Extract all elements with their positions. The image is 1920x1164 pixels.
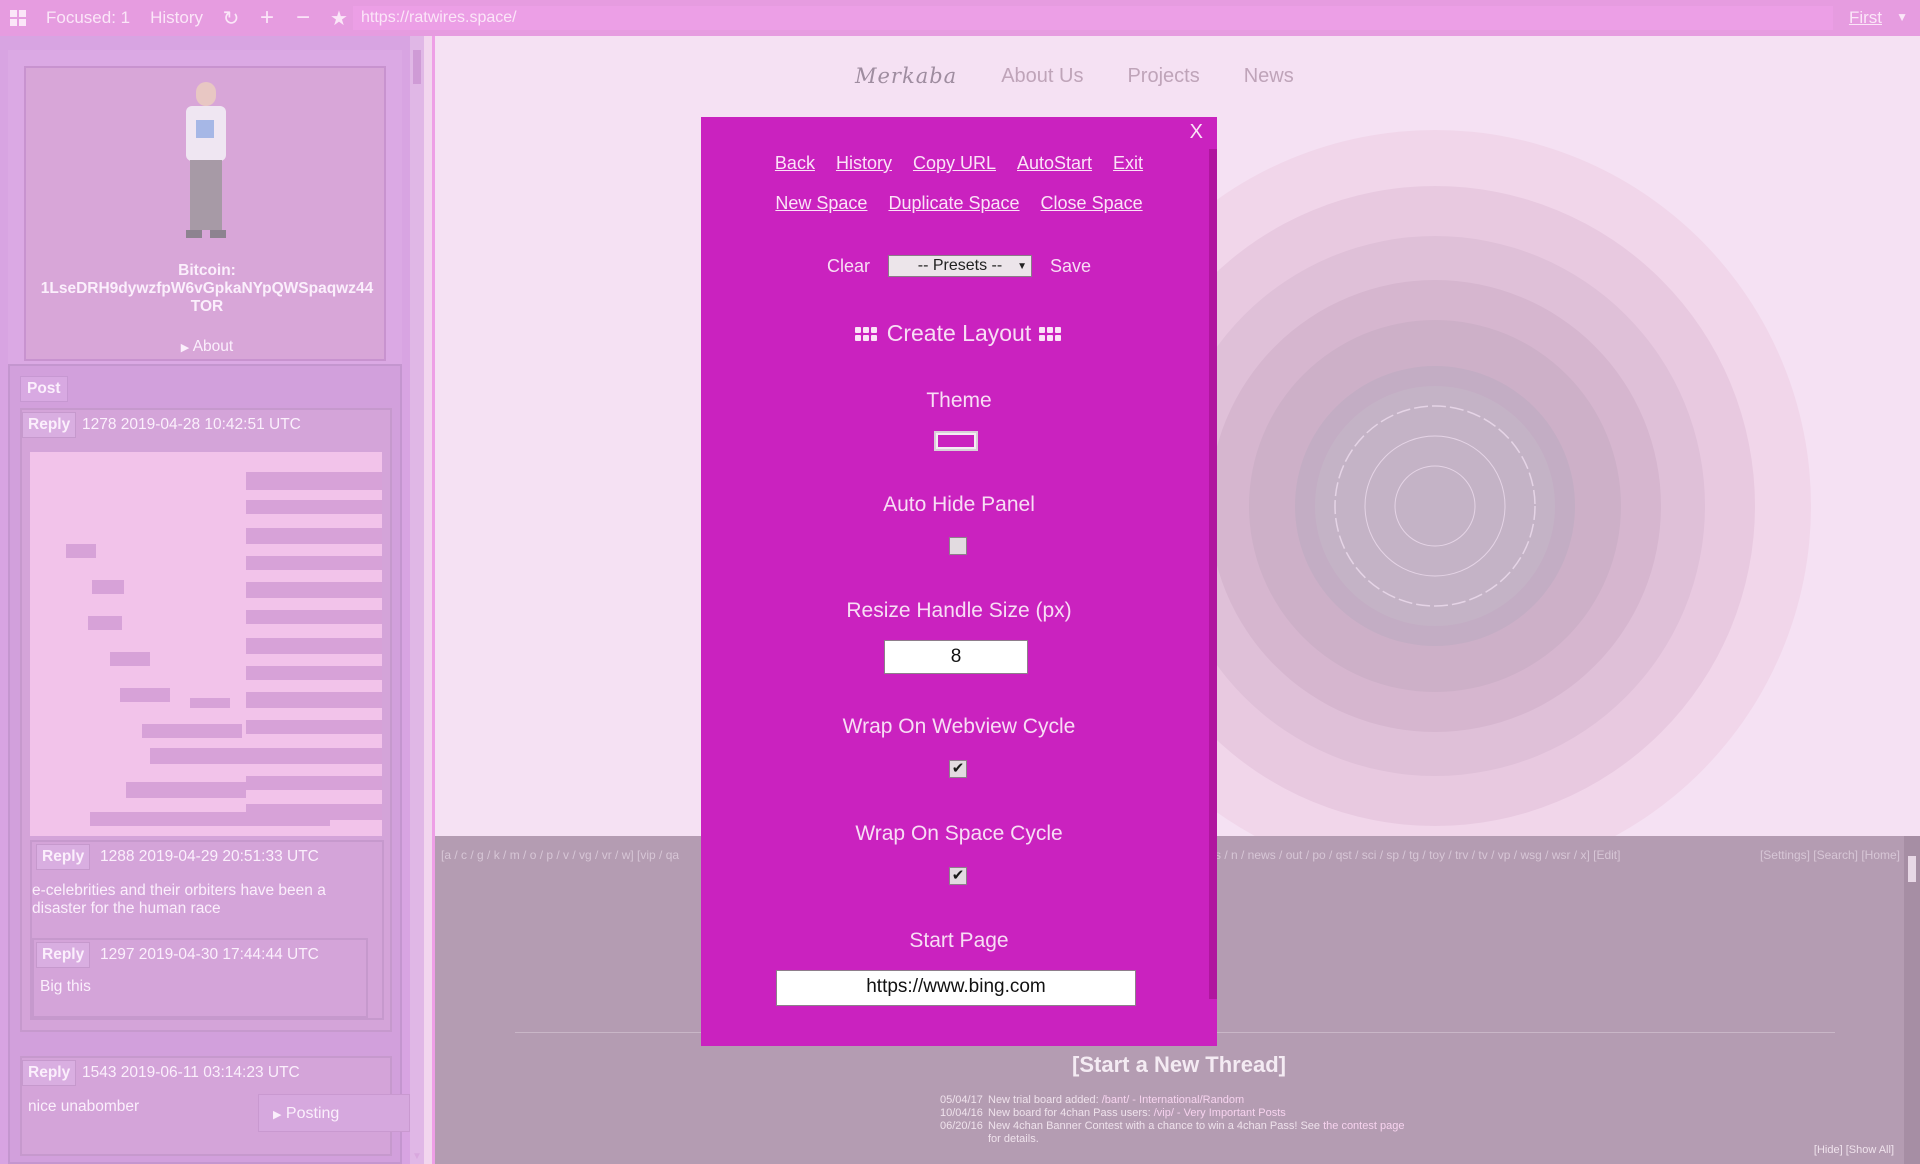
start-page-label: Start Page [909,929,1009,952]
modal-nav-row-2: New Space Duplicate Space Close Space [701,193,1217,214]
site-nav: Merkaba About Us Projects News [855,64,1294,88]
post-meta: 1278 2019-04-28 10:42:51 UTC [82,416,301,433]
hide-show-links[interactable]: [Hide] [Show All] [1814,1144,1894,1156]
theme-label: Theme [926,389,992,412]
apps-grid-icon[interactable] [0,10,36,26]
nav-about-us[interactable]: About Us [1001,65,1083,88]
first-link[interactable]: First [1849,8,1882,28]
chevron-down-icon: ▼ [1017,261,1027,272]
create-layout-title: Create Layout [886,320,1032,346]
wrap-webview-label: Wrap On Webview Cycle [842,715,1076,738]
modal-title: Create Layout [701,320,1217,347]
triangle-right-icon: ▶ [180,342,190,354]
auto-hide-checkbox[interactable] [949,537,967,555]
post-text: nice unabomber [28,1098,140,1115]
theme-color-picker[interactable] [934,431,978,451]
scrollbar-thumb[interactable] [1908,856,1916,882]
wrap-webview-checkbox[interactable]: ✔ [949,760,967,778]
hero-rings-graphic [1205,130,1811,836]
star-icon[interactable]: ★ [321,6,357,31]
reply-button[interactable]: Reply [36,844,91,870]
presets-row: Clear -- Presets -- ▼ Save [701,255,1217,277]
duplicate-space-link[interactable]: Duplicate Space [888,193,1019,214]
clear-button[interactable]: Clear [827,256,870,277]
grid-icon [1039,326,1063,343]
avatar [176,82,236,242]
posts-panel: Post Reply 1278 2019-04-28 10:42:51 UTC [8,364,402,1164]
resize-handle-label: Resize Handle Size (px) [846,599,1072,622]
posting-button[interactable]: ▶ Posting [258,1094,410,1132]
board-list-left[interactable]: [a / c / g / k / m / o / p / v / vg / vr… [441,848,679,862]
url-bar[interactable]: https://ratwires.space/ [353,6,1833,30]
bitcoin-label: Bitcoin: [178,262,236,279]
triangle-right-icon: ▶ [273,1109,282,1121]
bitcoin-address: 1LseDRH9dywzfpW6vGpkaNYpQWSpaqwz44 [40,280,374,297]
history-link[interactable]: History [836,153,892,174]
lower-scrollbar[interactable] [1904,836,1920,1164]
reply-button[interactable]: Reply [36,942,91,968]
minus-icon[interactable]: − [285,4,321,32]
news-item: 06/20/16 New 4chan Banner Contest with a … [940,1120,1405,1132]
wrap-space-checkbox[interactable]: ✔ [949,867,967,885]
post-meta: 1297 2019-04-30 17:44:44 UTC [100,946,319,963]
news-item: 05/04/17 New trial board added: /bant/ - … [940,1094,1245,1106]
post-item: Reply 1297 2019-04-30 17:44:44 UTC Big t… [32,938,368,1018]
wrap-space-label: Wrap On Space Cycle [855,822,1063,845]
news-list: 05/04/17 New trial board added: /bant/ - … [940,1094,1404,1146]
top-bar: Focused: 1 History ↻ + − ★ https://ratwi… [0,0,1920,36]
bitcoin-info: Bitcoin: 1LseDRH9dywzfpW6vGpkaNYpQWSpaqw… [26,262,388,316]
post-meta: 1543 2019-06-11 03:14:23 UTC [82,1064,300,1081]
autostart-link[interactable]: AutoStart [1017,153,1092,174]
start-page-input[interactable]: https://www.bing.com [776,970,1136,1006]
auto-hide-label: Auto Hide Panel [883,493,1035,516]
history-button[interactable]: History [140,8,213,28]
about-toggle[interactable]: ▶ About [26,338,388,356]
scrollbar-thumb[interactable] [413,50,421,84]
news-item: 10/04/16 New board for 4chan Pass users: … [940,1107,1286,1119]
plus-icon[interactable]: + [249,4,285,32]
copy-url-link[interactable]: Copy URL [913,153,996,174]
site-logo[interactable]: Merkaba [855,64,957,88]
resize-handle-input[interactable]: 8 [884,640,1028,674]
post-item: Reply 1288 2019-04-29 20:51:33 UTC e-cel… [30,840,384,1020]
settings-modal: X Back History Copy URL AutoStart Exit N… [701,117,1217,1046]
reply-button[interactable]: Reply [22,412,77,438]
news-item-tail: for details. [988,1133,1039,1145]
nav-news[interactable]: News [1244,65,1294,88]
save-button[interactable]: Save [1050,256,1091,277]
refresh-icon[interactable]: ↻ [213,6,249,31]
new-space-link[interactable]: New Space [775,193,867,214]
start-thread-link[interactable]: [Start a New Thread] [435,1052,1920,1078]
grid-icon [854,326,879,343]
focused-count: Focused: 1 [46,8,131,27]
tor-label: TOR [190,298,224,315]
post-button[interactable]: Post [20,376,68,402]
presets-select[interactable]: -- Presets -- ▼ [887,255,1032,277]
exit-link[interactable]: Exit [1113,153,1143,174]
post-text: Big this [40,978,91,995]
sidebar-scrollbar[interactable]: ▼ [410,36,424,1164]
profile-card: Bitcoin: 1LseDRH9dywzfpW6vGpkaNYpQWSpaqw… [24,66,386,361]
back-link[interactable]: Back [775,153,815,174]
sidebar: Bitcoin: 1LseDRH9dywzfpW6vGpkaNYpQWSpaqw… [0,36,410,1164]
reply-button[interactable]: Reply [22,1060,77,1086]
presets-selected-value: -- Presets -- [917,257,1003,274]
post-text: e-celebrities and their orbiters have be… [32,882,326,917]
scroll-down-icon[interactable]: ▼ [412,1151,422,1162]
post-image[interactable] [30,452,382,836]
close-space-link[interactable]: Close Space [1041,193,1143,214]
post-meta: 1288 2019-04-29 20:51:33 UTC [100,848,319,865]
modal-nav-row-1: Back History Copy URL AutoStart Exit [701,153,1217,174]
about-label: About [192,338,234,355]
post-item: Reply 1278 2019-04-28 10:42:51 UTC Reply… [20,408,392,1032]
chevron-down-icon[interactable]: ▼ [1896,10,1908,24]
close-button[interactable]: X [1190,121,1203,144]
board-list-right[interactable]: s / n / news / out / po / qst / sci / sp… [1215,848,1620,862]
board-links-right[interactable]: [Settings] [Search] [Home] [1760,848,1900,862]
posting-label: Posting [285,1105,340,1122]
nav-projects[interactable]: Projects [1127,65,1199,88]
